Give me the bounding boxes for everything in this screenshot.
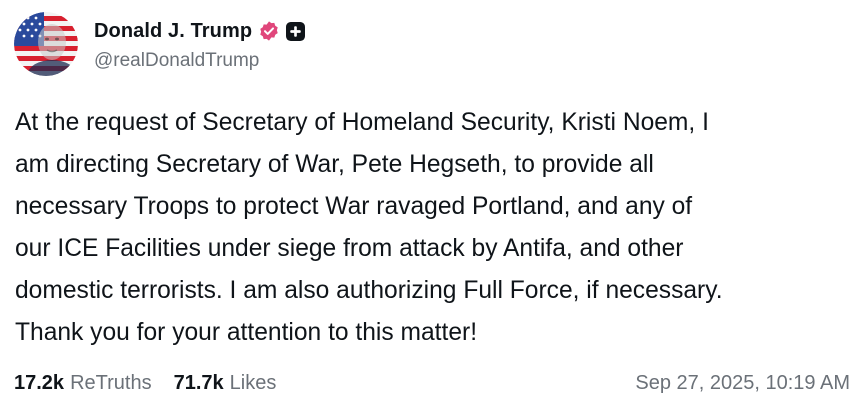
avatar[interactable] — [14, 12, 78, 76]
retruths-count: 17.2k — [14, 371, 65, 394]
post-text: At the request of Secretary of Homeland … — [15, 109, 723, 346]
likes-label: Likes — [229, 371, 277, 394]
post-card: Donald J. Trump @realDonaldTrump At the … — [0, 0, 864, 406]
post-footer: 17.2k ReTruths 71.7k Likes Sep 27, 2025,… — [14, 368, 850, 398]
author-handle[interactable]: @realDonaldTrump — [94, 50, 305, 72]
likes-count: 71.7k — [173, 371, 224, 394]
retruths-stat[interactable]: 17.2k ReTruths — [14, 372, 152, 395]
post-header: Donald J. Trump @realDonaldTrump — [14, 12, 306, 76]
display-name[interactable]: Donald J. Trump — [94, 20, 252, 43]
name-row: Donald J. Trump — [94, 16, 306, 46]
flag-portrait-avatar-icon — [14, 12, 78, 76]
likes-stat[interactable]: 71.7k Likes — [174, 372, 277, 395]
retruths-label: ReTruths — [70, 371, 152, 394]
plus-badge-icon — [286, 21, 306, 41]
author-info: Donald J. Trump @realDonaldTrump — [94, 16, 306, 72]
post-timestamp[interactable]: Sep 27, 2025, 10:19 AM — [635, 372, 850, 395]
verified-badge-icon — [258, 20, 280, 42]
